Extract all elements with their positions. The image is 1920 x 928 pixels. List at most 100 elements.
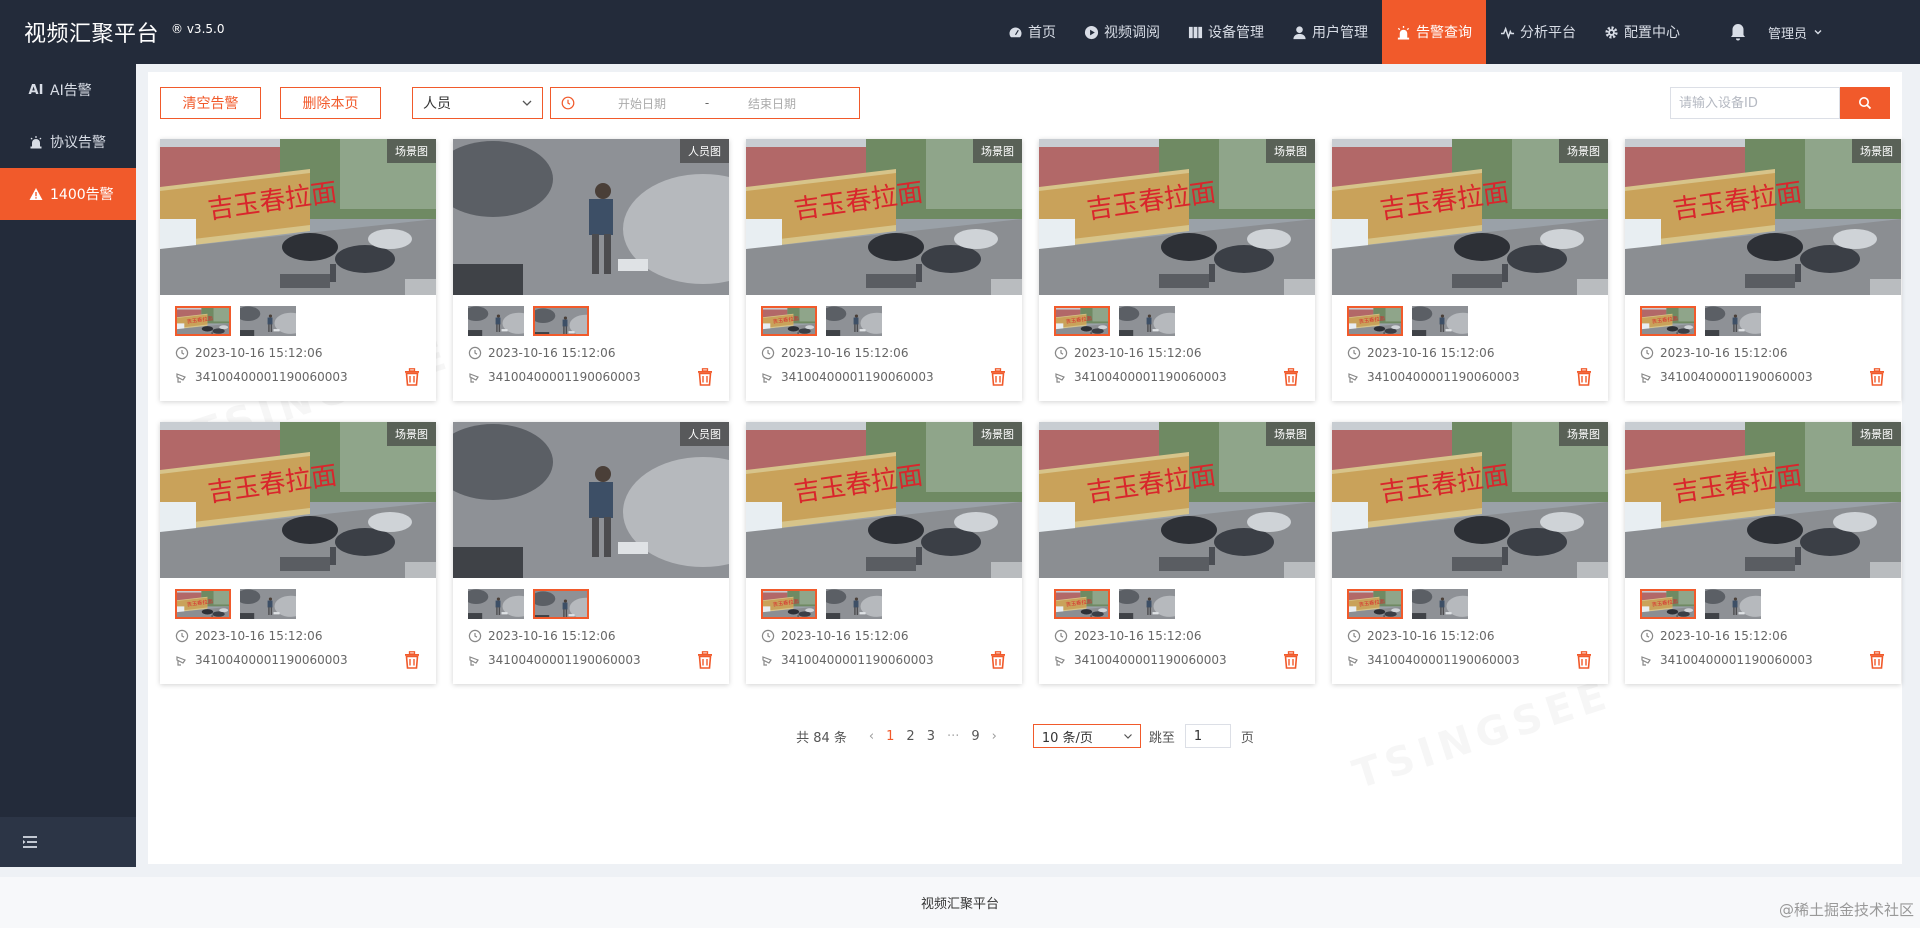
- alarm-time: 2023-10-16 15:12:06: [761, 346, 908, 360]
- clock-icon: [175, 346, 189, 360]
- date-range-picker[interactable]: 开始日期 - 结束日期: [550, 87, 860, 119]
- alarm-card: 吉玉春拉面 场景图 吉玉春拉面 2023-10-16 15:12:06 3410…: [1625, 422, 1901, 684]
- nav-config[interactable]: 配置中心: [1590, 0, 1694, 64]
- search-icon: [1859, 97, 1872, 110]
- sidebar-item-1400-alarm[interactable]: 1400告警: [0, 168, 136, 220]
- snapshot-thumbnails: 吉玉春拉面: [1347, 589, 1477, 619]
- gear-icon: [1605, 25, 1618, 39]
- device-id: 34100400001190060003: [1054, 370, 1227, 384]
- collapse-sidebar-button[interactable]: [0, 817, 136, 867]
- person-thumbnail[interactable]: [240, 306, 296, 336]
- scene-thumbnail[interactable]: 吉玉春拉面: [761, 306, 817, 336]
- snapshot-thumbnails: 吉玉春拉面: [175, 589, 305, 619]
- page-size-select[interactable]: 10 条/页: [1032, 724, 1141, 748]
- person-thumbnail[interactable]: [826, 589, 882, 619]
- snapshot-type-badge: 场景图: [387, 422, 436, 446]
- app-version: ® v3.5.0: [171, 22, 225, 36]
- nav-video[interactable]: 视频调阅: [1070, 0, 1174, 64]
- person-thumbnail[interactable]: [1705, 589, 1761, 619]
- nav-analysis[interactable]: 分析平台: [1486, 0, 1590, 64]
- snapshot-thumbnails: 吉玉春拉面: [1640, 589, 1770, 619]
- top-navbar: 视频汇聚平台 ® v3.5.0 首页 视频调阅 设备管理 用户管理 告警查询 分…: [0, 0, 1920, 64]
- camera-icon: [469, 656, 479, 666]
- notifications-button[interactable]: [1718, 22, 1758, 42]
- user-icon: [1293, 25, 1306, 39]
- next-page-button[interactable]: ›: [986, 729, 1003, 744]
- menu-fold-icon: [23, 836, 37, 848]
- person-thumbnail[interactable]: [826, 306, 882, 336]
- jump-page-input[interactable]: [1184, 724, 1231, 748]
- delete-alarm-button[interactable]: [1869, 368, 1885, 386]
- scene-thumbnail[interactable]: 吉玉春拉面: [1347, 589, 1403, 619]
- page-2[interactable]: 2: [900, 729, 920, 744]
- scene-thumbnail[interactable]: 吉玉春拉面: [175, 306, 231, 336]
- person-thumbnail[interactable]: [240, 589, 296, 619]
- device-id: 34100400001190060003: [1347, 370, 1520, 384]
- page-ellipsis[interactable]: ···: [941, 729, 965, 744]
- delete-alarm-button[interactable]: [1283, 368, 1299, 386]
- person-thumbnail[interactable]: [1705, 306, 1761, 336]
- trash-icon: [698, 651, 712, 669]
- scene-thumbnail[interactable]: 吉玉春拉面: [1640, 306, 1696, 336]
- device-id-value: 34100400001190060003: [1660, 653, 1813, 667]
- delete-alarm-button[interactable]: [1283, 651, 1299, 669]
- person-thumbnail[interactable]: [533, 589, 589, 619]
- alarm-card: 吉玉春拉面 场景图 吉玉春拉面 2023-10-16 15:12:06 3410…: [1039, 139, 1315, 401]
- device-id-search-input[interactable]: [1670, 87, 1840, 119]
- user-menu[interactable]: 管理员: [1768, 23, 1823, 42]
- delete-page-button[interactable]: 删除本页: [280, 87, 381, 119]
- delete-alarm-button[interactable]: [1576, 651, 1592, 669]
- end-date-input[interactable]: 结束日期: [717, 95, 827, 112]
- delete-alarm-button[interactable]: [1576, 368, 1592, 386]
- scene-thumbnail[interactable]: 吉玉春拉面: [1054, 306, 1110, 336]
- delete-alarm-button[interactable]: [990, 651, 1006, 669]
- start-date-input[interactable]: 开始日期: [587, 95, 697, 112]
- search-button[interactable]: [1840, 87, 1890, 119]
- alarm-type-select[interactable]: 人员: [412, 87, 543, 119]
- prev-page-button[interactable]: ‹: [863, 729, 880, 744]
- sidebar-item-ai-alarm[interactable]: AI AI告警: [0, 64, 136, 116]
- page-9[interactable]: 9: [965, 729, 985, 744]
- device-id-value: 34100400001190060003: [1367, 653, 1520, 667]
- nav-alarms[interactable]: 告警查询: [1382, 0, 1486, 64]
- person-thumbnail[interactable]: [1412, 589, 1468, 619]
- alarm-time-value: 2023-10-16 15:12:06: [781, 346, 909, 360]
- delete-alarm-button[interactable]: [697, 651, 713, 669]
- delete-alarm-button[interactable]: [990, 368, 1006, 386]
- delete-alarm-button[interactable]: [404, 651, 420, 669]
- nav-label: 告警查询: [1416, 25, 1472, 41]
- sidebar-item-protocol-alarm[interactable]: 协议告警: [0, 116, 136, 168]
- person-thumbnail[interactable]: [533, 306, 589, 336]
- scene-thumbnail[interactable]: [468, 589, 524, 619]
- scene-thumbnail[interactable]: [468, 306, 524, 336]
- scene-thumbnail[interactable]: 吉玉春拉面: [1640, 589, 1696, 619]
- delete-alarm-button[interactable]: [404, 368, 420, 386]
- footer-text: 视频汇聚平台: [920, 897, 999, 912]
- nav-users[interactable]: 用户管理: [1278, 0, 1382, 64]
- delete-alarm-button[interactable]: [697, 368, 713, 386]
- person-thumbnail[interactable]: [1119, 589, 1175, 619]
- delete-alarm-button[interactable]: [1869, 651, 1885, 669]
- clock-icon: [1054, 629, 1068, 643]
- scene-thumbnail[interactable]: 吉玉春拉面: [1347, 306, 1403, 336]
- scene-thumbnail[interactable]: 吉玉春拉面: [175, 589, 231, 619]
- nav-home[interactable]: 首页: [994, 0, 1070, 64]
- alarm-time-value: 2023-10-16 15:12:06: [195, 629, 323, 643]
- snapshot-type-badge: 场景图: [387, 139, 436, 163]
- nav-devices[interactable]: 设备管理: [1174, 0, 1278, 64]
- alarm-time: 2023-10-16 15:12:06: [468, 346, 615, 360]
- scene-thumbnail[interactable]: 吉玉春拉面: [1054, 589, 1110, 619]
- device-id-value: 34100400001190060003: [1074, 653, 1227, 667]
- alarm-time-value: 2023-10-16 15:12:06: [1074, 629, 1202, 643]
- page-3[interactable]: 3: [921, 729, 941, 744]
- clock-icon: [1640, 629, 1654, 643]
- person-thumbnail[interactable]: [1119, 306, 1175, 336]
- person-thumbnail[interactable]: [1412, 306, 1468, 336]
- clear-alarms-button[interactable]: 清空告警: [160, 87, 261, 119]
- scene-thumbnail[interactable]: 吉玉春拉面: [761, 589, 817, 619]
- alarm-time: 2023-10-16 15:12:06: [761, 629, 908, 643]
- page-1[interactable]: 1: [880, 729, 900, 744]
- device-id: 34100400001190060003: [1640, 653, 1813, 667]
- camera-icon: [1641, 656, 1651, 666]
- range-separator: -: [704, 96, 710, 110]
